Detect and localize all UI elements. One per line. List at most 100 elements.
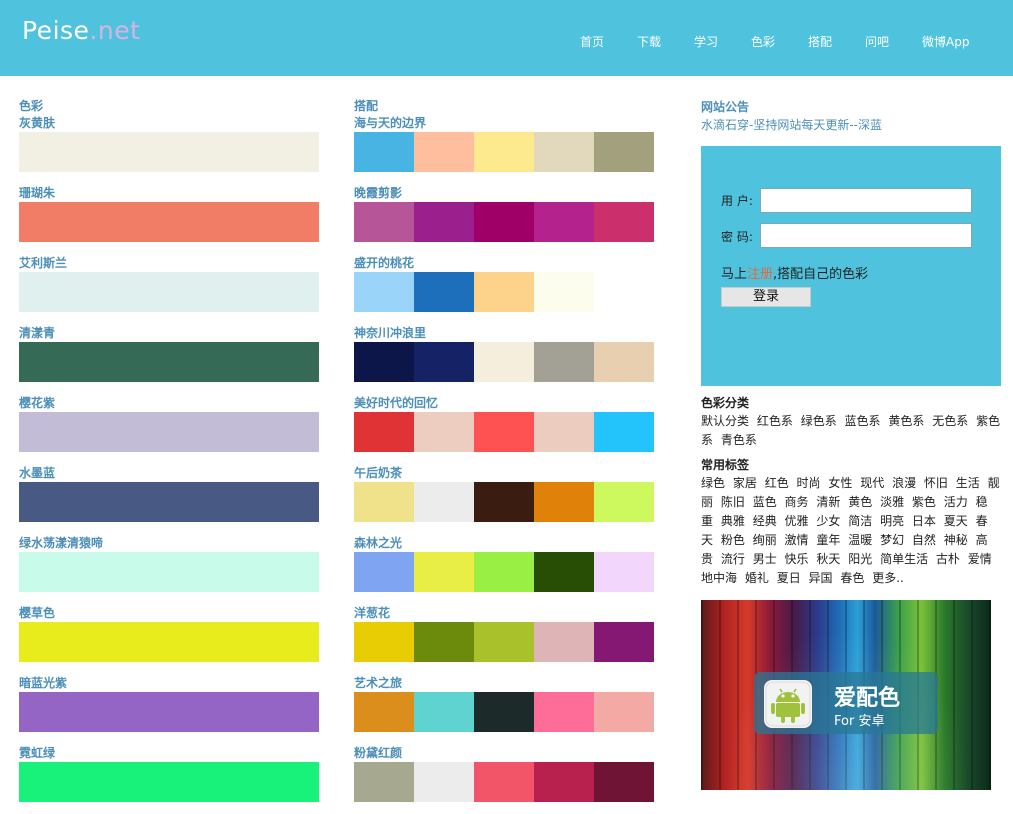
notice-text[interactable]: 水滴石穿-坚持网站每天更新--深蓝 bbox=[701, 116, 1001, 136]
tag-link[interactable]: 婚礼 bbox=[745, 571, 769, 585]
tag-link[interactable]: 女性 bbox=[828, 476, 852, 490]
category-link[interactable]: 黄色系 bbox=[888, 414, 924, 428]
nav-download[interactable]: 下载 bbox=[637, 33, 661, 50]
palette-name[interactable]: 洋葱花 bbox=[354, 604, 654, 622]
color-swatch[interactable] bbox=[19, 412, 319, 452]
color-name[interactable]: 清漾青 bbox=[19, 324, 319, 342]
color-name[interactable]: 樱草色 bbox=[19, 604, 319, 622]
palette-name[interactable]: 晚霞剪影 bbox=[354, 184, 654, 202]
tag-link[interactable]: 明亮 bbox=[880, 514, 904, 528]
category-link[interactable]: 蓝色系 bbox=[845, 414, 881, 428]
tag-link[interactable]: 怀旧 bbox=[924, 476, 948, 490]
color-swatch[interactable] bbox=[19, 202, 319, 242]
register-link[interactable]: 注册 bbox=[747, 267, 773, 282]
tag-link[interactable]: 少女 bbox=[816, 514, 840, 528]
palette-swatches[interactable] bbox=[354, 412, 654, 452]
tag-link[interactable]: 紫色 bbox=[912, 495, 936, 509]
color-name[interactable]: 绿水荡漾清猿啼 bbox=[19, 534, 319, 552]
tag-link[interactable]: 男士 bbox=[753, 552, 777, 566]
nav-palettes[interactable]: 搭配 bbox=[808, 33, 832, 50]
username-input[interactable] bbox=[760, 188, 972, 213]
tag-link[interactable]: 活力 bbox=[944, 495, 968, 509]
tag-link[interactable]: 流行 bbox=[721, 552, 745, 566]
category-link[interactable]: 无色系 bbox=[932, 414, 968, 428]
tag-link[interactable]: 童年 bbox=[816, 533, 840, 547]
password-input[interactable] bbox=[760, 223, 972, 248]
tag-link[interactable]: 红色 bbox=[765, 476, 789, 490]
palette-name[interactable]: 粉黛红颜 bbox=[354, 744, 654, 762]
tag-link[interactable]: 阳光 bbox=[848, 552, 872, 566]
tag-link[interactable]: 神秘 bbox=[944, 533, 968, 547]
tag-link[interactable]: 典雅 bbox=[721, 514, 745, 528]
palette-name[interactable]: 盛开的桃花 bbox=[354, 254, 654, 272]
login-button[interactable]: 登录 bbox=[721, 287, 811, 307]
tag-link[interactable]: 日本 bbox=[912, 514, 936, 528]
palette-name[interactable]: 午后奶茶 bbox=[354, 464, 654, 482]
tag-link[interactable]: 异国 bbox=[809, 571, 833, 585]
palette-name[interactable]: 艺术之旅 bbox=[354, 674, 654, 692]
tag-link[interactable]: 经典 bbox=[753, 514, 777, 528]
tag-link[interactable]: 秋天 bbox=[816, 552, 840, 566]
nav-weibo-app[interactable]: 微博App bbox=[922, 33, 969, 50]
color-swatch[interactable] bbox=[19, 762, 319, 802]
tag-link[interactable]: 生活 bbox=[956, 476, 980, 490]
color-name[interactable]: 樱花紫 bbox=[19, 394, 319, 412]
palette-name[interactable]: 美好时代的回忆 bbox=[354, 394, 654, 412]
nav-colors[interactable]: 色彩 bbox=[751, 33, 775, 50]
tag-link[interactable]: 古朴 bbox=[936, 552, 960, 566]
palette-name[interactable]: 神奈川冲浪里 bbox=[354, 324, 654, 342]
palette-name[interactable]: 森林之光 bbox=[354, 534, 654, 552]
color-name[interactable]: 水墨蓝 bbox=[19, 464, 319, 482]
palette-swatches[interactable] bbox=[354, 342, 654, 382]
color-name[interactable]: 珊瑚朱 bbox=[19, 184, 319, 202]
tag-link[interactable]: 淡雅 bbox=[880, 495, 904, 509]
app-banner[interactable]: 爱配色 For 安卓 bbox=[701, 600, 991, 790]
tag-link[interactable]: 快乐 bbox=[785, 552, 809, 566]
palette-swatches[interactable] bbox=[354, 132, 654, 172]
color-name[interactable]: 灰黄肤 bbox=[19, 114, 319, 132]
category-link[interactable]: 青色系 bbox=[721, 433, 757, 447]
category-link[interactable]: 红色系 bbox=[757, 414, 793, 428]
tag-link[interactable]: 黄色 bbox=[848, 495, 872, 509]
palette-swatches[interactable] bbox=[354, 482, 654, 522]
nav-learn[interactable]: 学习 bbox=[694, 33, 718, 50]
nav-ask[interactable]: 问吧 bbox=[865, 33, 889, 50]
tag-link[interactable]: 春色 bbox=[840, 571, 864, 585]
palette-swatches[interactable] bbox=[354, 692, 654, 732]
tag-link[interactable]: 商务 bbox=[785, 495, 809, 509]
tag-link[interactable]: 绚丽 bbox=[753, 533, 777, 547]
color-swatch[interactable] bbox=[19, 622, 319, 662]
color-name[interactable]: 艾利斯兰 bbox=[19, 254, 319, 272]
category-link[interactable]: 默认分类 bbox=[701, 414, 749, 428]
tag-link[interactable]: 梦幻 bbox=[880, 533, 904, 547]
category-link[interactable]: 绿色系 bbox=[801, 414, 837, 428]
tag-link[interactable]: 现代 bbox=[860, 476, 884, 490]
tag-link[interactable]: 温暖 bbox=[848, 533, 872, 547]
tag-link[interactable]: 爱情 bbox=[968, 552, 992, 566]
tag-link[interactable]: 浪漫 bbox=[892, 476, 916, 490]
palette-swatches[interactable] bbox=[354, 622, 654, 662]
palette-name[interactable]: 海与天的边界 bbox=[354, 114, 654, 132]
tag-link[interactable]: 自然 bbox=[912, 533, 936, 547]
color-name[interactable]: 暗蓝光紫 bbox=[19, 674, 319, 692]
tag-link[interactable]: 时尚 bbox=[797, 476, 821, 490]
color-swatch[interactable] bbox=[19, 342, 319, 382]
tag-link[interactable]: 更多.. bbox=[872, 571, 904, 585]
tag-link[interactable]: 家居 bbox=[733, 476, 757, 490]
palette-swatches[interactable] bbox=[354, 202, 654, 242]
color-swatch[interactable] bbox=[19, 692, 319, 732]
tag-link[interactable]: 绿色 bbox=[701, 476, 725, 490]
color-swatch[interactable] bbox=[19, 272, 319, 312]
tag-link[interactable]: 粉色 bbox=[721, 533, 745, 547]
color-swatch[interactable] bbox=[19, 552, 319, 592]
color-swatch[interactable] bbox=[19, 132, 319, 172]
tag-link[interactable]: 陈旧 bbox=[721, 495, 745, 509]
tag-link[interactable]: 优雅 bbox=[785, 514, 809, 528]
palette-swatches[interactable] bbox=[354, 762, 654, 802]
tag-link[interactable]: 简洁 bbox=[848, 514, 872, 528]
tag-link[interactable]: 清新 bbox=[816, 495, 840, 509]
nav-home[interactable]: 首页 bbox=[580, 33, 604, 50]
tag-link[interactable]: 激情 bbox=[785, 533, 809, 547]
tag-link[interactable]: 地中海 bbox=[701, 571, 737, 585]
tag-link[interactable]: 蓝色 bbox=[753, 495, 777, 509]
